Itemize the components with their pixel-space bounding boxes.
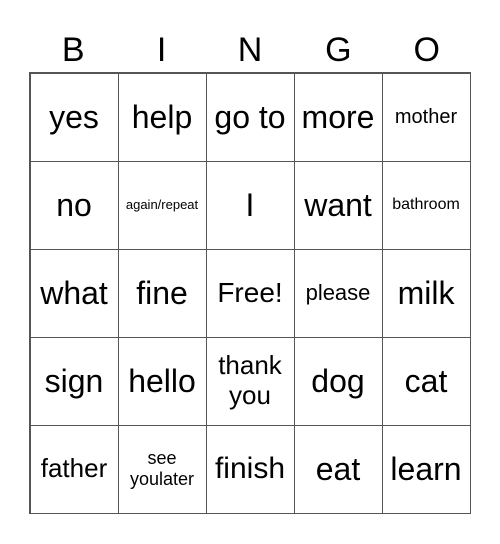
bingo-cell: see youlater [117, 424, 207, 514]
bingo-cell: yes [29, 72, 119, 162]
bingo-cell: thank you [205, 336, 295, 426]
header-letter-g: G [325, 31, 352, 69]
bingo-cell: again/repeat [117, 160, 207, 250]
bingo-cell: help [117, 72, 207, 162]
bingo-cell: fine [117, 248, 207, 338]
bingo-cell: go to [205, 72, 295, 162]
bingo-cell: finish [205, 424, 295, 514]
bingo-cell: sign [29, 336, 119, 426]
header-letter-b: B [61, 31, 85, 69]
header-letter-n: N [237, 31, 263, 69]
bingo-cell: eat [293, 424, 383, 514]
bingo-cell: learn [381, 424, 471, 514]
bingo-grid: yes help go to more mother no again/repeat Iwan… [29, 72, 471, 514]
bingo-cell: cat [381, 336, 471, 426]
bingo-cell: bathroom [381, 160, 471, 250]
bingo-cell: milk [381, 248, 471, 338]
bingo-cell: please [293, 248, 383, 338]
bingo-cell: what [29, 248, 119, 338]
bingo-cell: mother [381, 72, 471, 162]
header-letter-o: O [413, 31, 440, 69]
bingo-cell: want [293, 160, 383, 250]
bingo-cell: dog [293, 336, 383, 426]
bingo-cell: no [29, 160, 119, 250]
bingo-cell: Free! [205, 248, 295, 338]
bingo-cell: I [205, 160, 295, 250]
bingo-header: B I N G O [29, 28, 471, 72]
bingo-cell: more [293, 72, 383, 162]
bingo-cell: father [29, 424, 119, 514]
bingo-cell: hello [117, 336, 207, 426]
header-letter-i: I [156, 31, 167, 69]
